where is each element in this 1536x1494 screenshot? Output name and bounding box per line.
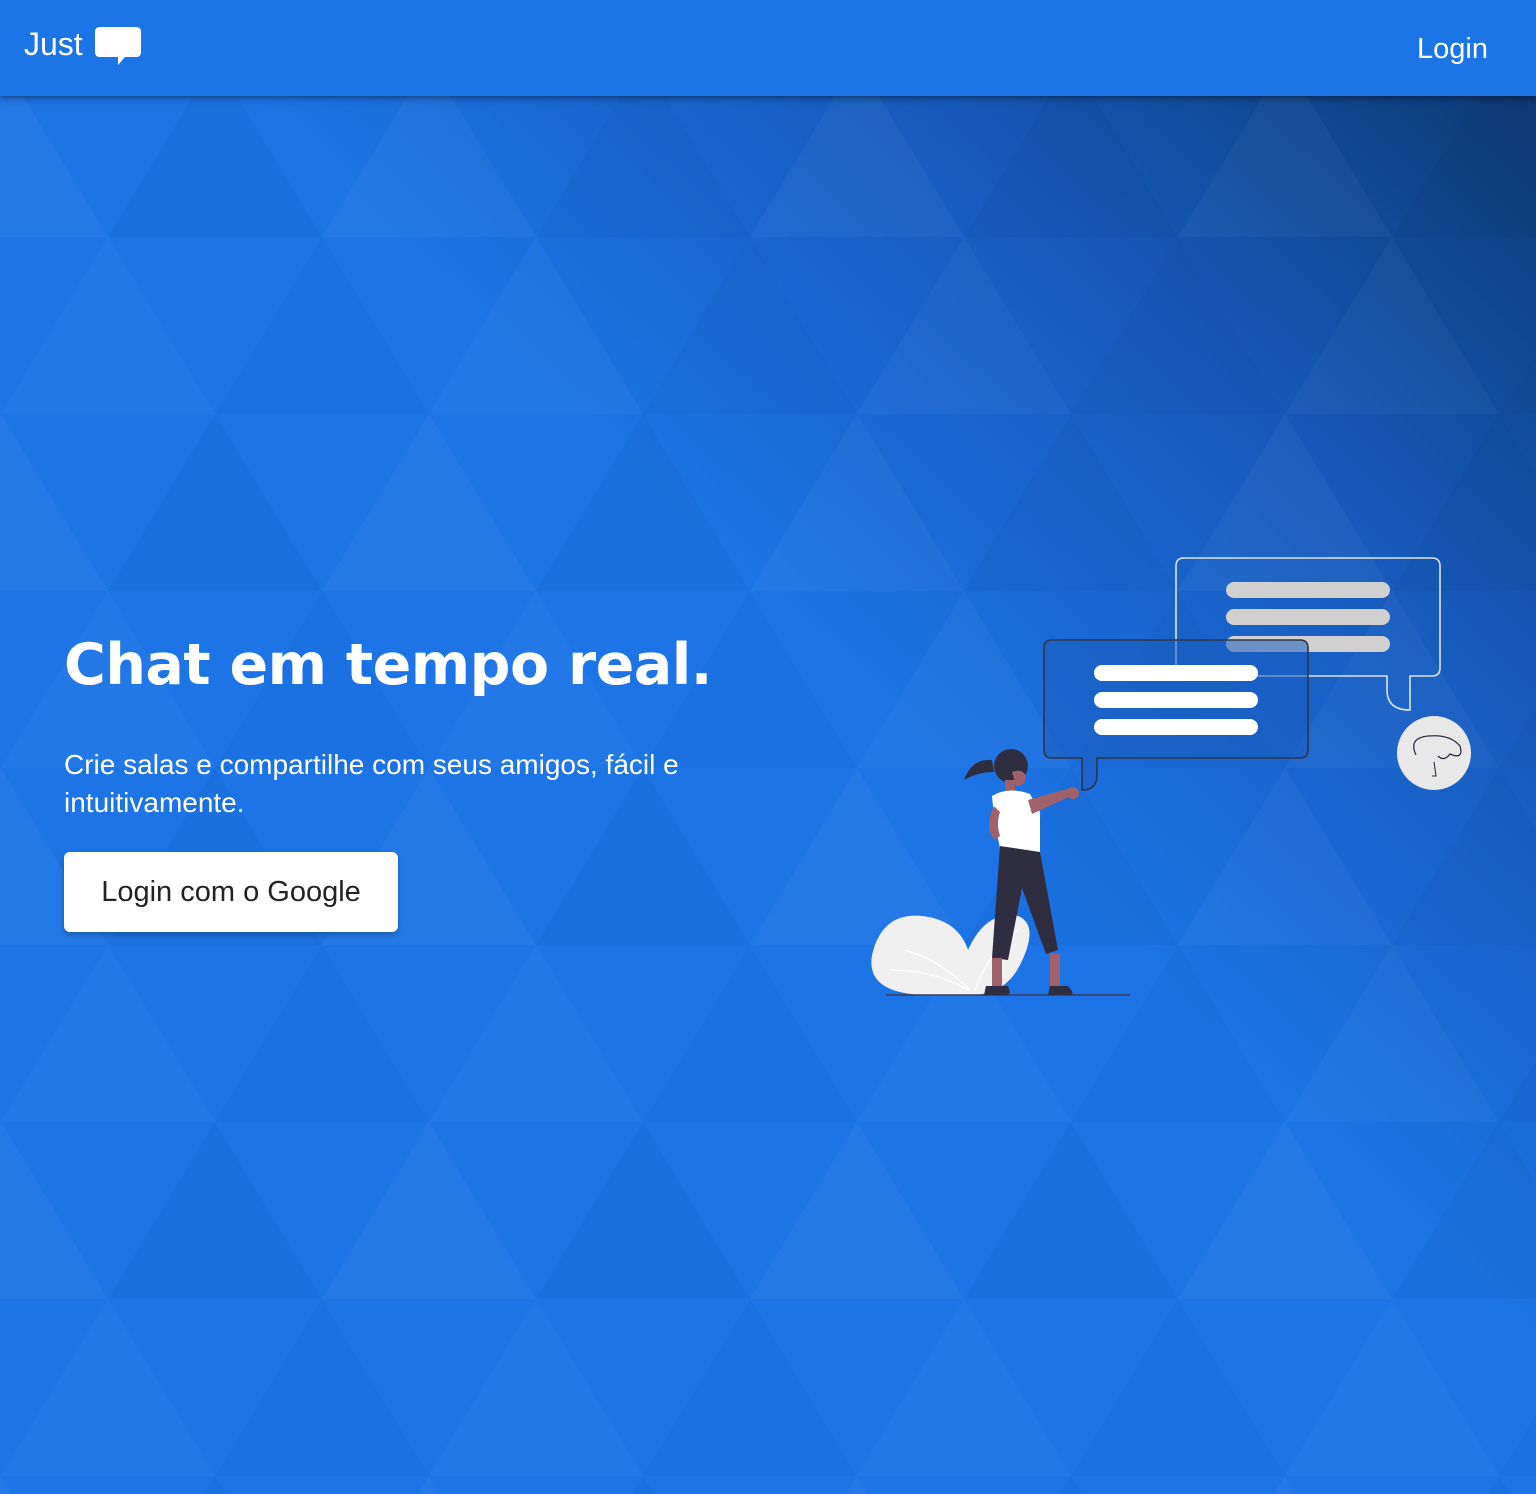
nav-login-button[interactable]: Login [1417,30,1488,68]
hero-section: Chat em tempo real. Crie salas e compart… [64,628,824,822]
front-chat-bubble [1043,639,1309,791]
top-app-bar: Just Login [0,0,1536,96]
person-chatting-illustration [871,557,1471,996]
avatar-circle [1397,716,1471,790]
hero-subtitle: Crie salas e compartilhe com seus amigos… [64,749,679,818]
chat-bubble-icon [94,27,141,65]
login-with-google-button[interactable]: Login com o Google [64,852,398,932]
hero-title: Chat em tempo real. [64,632,712,698]
brand-logo-link[interactable]: Just [24,24,141,67]
brand-text: Just [24,26,83,62]
